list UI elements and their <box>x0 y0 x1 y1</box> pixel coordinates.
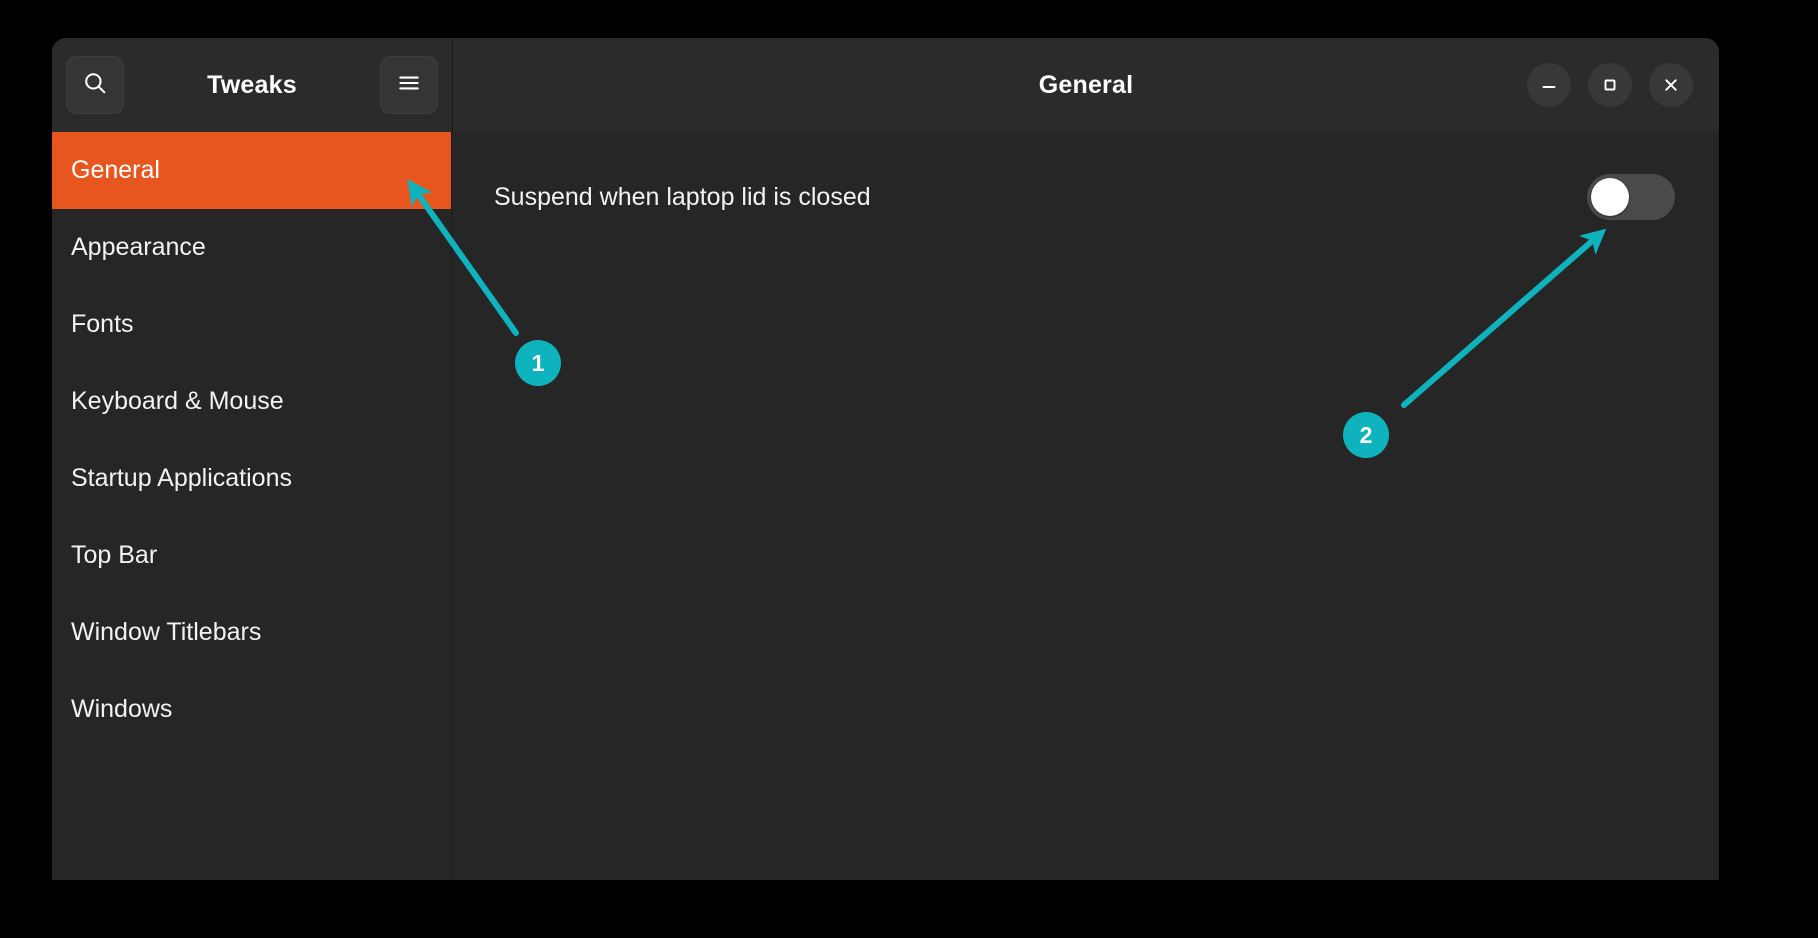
search-icon <box>82 70 108 101</box>
search-button[interactable] <box>66 56 124 114</box>
close-button[interactable] <box>1649 63 1693 107</box>
desktop-screen: Tweaks General General Appearance Fonts … <box>0 0 1818 938</box>
main-menu-button[interactable] <box>380 56 438 114</box>
headerbar: Tweaks General <box>52 38 1719 132</box>
app-title: Tweaks <box>207 70 297 99</box>
sidebar-item-label: Windows <box>71 695 173 723</box>
headerbar-content-section: General <box>452 38 1719 132</box>
sidebar-item-startup-applications[interactable]: Startup Applications <box>52 440 451 517</box>
minimize-icon <box>1540 76 1558 94</box>
sidebar-navigation: General Appearance Fonts Keyboard & Mouse St… <box>52 132 452 880</box>
window-body: General Appearance Fonts Keyboard & Mouse St… <box>52 132 1719 880</box>
sidebar-item-appearance[interactable]: Appearance <box>52 209 451 286</box>
sidebar-item-label: Fonts <box>71 310 134 338</box>
page-title: General <box>1038 70 1134 99</box>
sidebar-item-top-bar[interactable]: Top Bar <box>52 517 451 594</box>
sidebar-item-label: Window Titlebars <box>71 618 262 646</box>
setting-label: Suspend when laptop lid is closed <box>494 182 871 211</box>
window-controls <box>1527 63 1693 107</box>
sidebar-item-general[interactable]: General <box>52 132 451 209</box>
minimize-button[interactable] <box>1527 63 1571 107</box>
maximize-button[interactable] <box>1588 63 1632 107</box>
hamburger-menu-icon <box>396 70 422 101</box>
sidebar-item-label: Keyboard & Mouse <box>71 387 284 415</box>
tweaks-application-window: Tweaks General General Appearance Fonts … <box>52 38 1719 880</box>
sidebar-item-windows[interactable]: Windows <box>52 671 451 748</box>
toggle-knob <box>1591 178 1629 216</box>
sidebar-item-label: Top Bar <box>71 541 158 569</box>
sidebar-item-fonts[interactable]: Fonts <box>52 286 451 363</box>
content-area: Suspend when laptop lid is closed <box>452 132 1719 880</box>
sidebar-item-label: Appearance <box>71 233 206 261</box>
sidebar-item-window-titlebars[interactable]: Window Titlebars <box>52 594 451 671</box>
maximize-icon <box>1601 76 1619 94</box>
sidebar-item-keyboard-and-mouse[interactable]: Keyboard & Mouse <box>52 363 451 440</box>
close-icon <box>1662 76 1680 94</box>
suspend-on-lid-close-toggle[interactable] <box>1587 174 1675 220</box>
sidebar-item-label: General <box>71 156 160 184</box>
sidebar-item-label: Startup Applications <box>71 464 292 492</box>
setting-row: Suspend when laptop lid is closed <box>494 168 1679 226</box>
headerbar-sidebar-section: Tweaks <box>52 38 452 132</box>
